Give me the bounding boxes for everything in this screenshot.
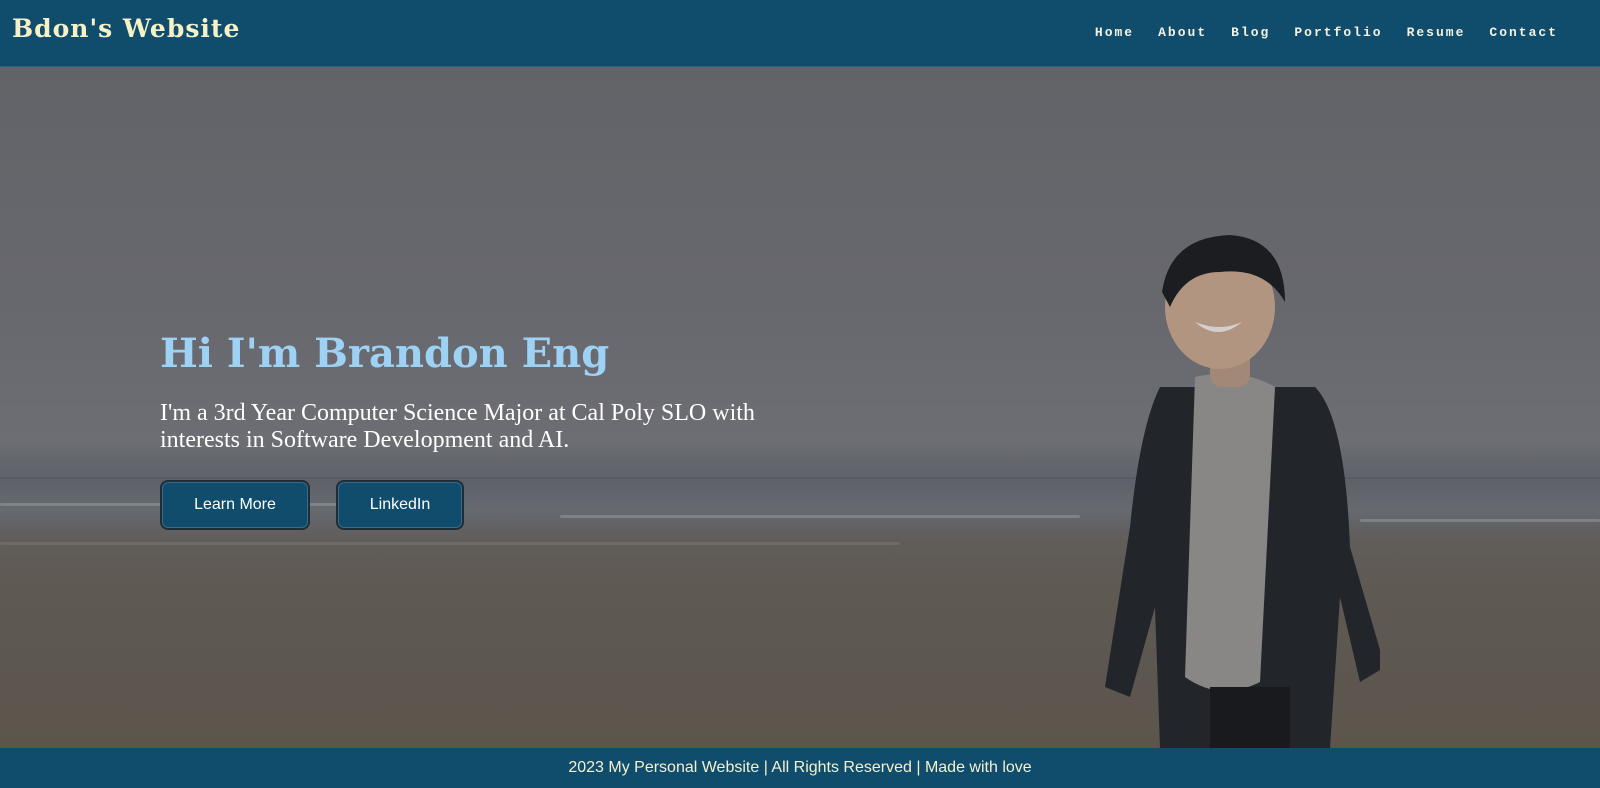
learn-more-button[interactable]: Learn More: [160, 480, 310, 530]
site-footer: 2023 My Personal Website | All Rights Re…: [0, 748, 1600, 788]
nav-link-contact[interactable]: Contact: [1489, 25, 1558, 40]
site-header: Bdon's Website Home About Blog Portfolio…: [0, 0, 1600, 67]
nav-link-portfolio[interactable]: Portfolio: [1294, 25, 1382, 40]
linkedin-button[interactable]: LinkedIn: [336, 480, 464, 530]
nav-link-about[interactable]: About: [1158, 25, 1207, 40]
footer-text: 2023 My Personal Website | All Rights Re…: [568, 759, 1032, 776]
hero-subtitle: I'm a 3rd Year Computer Science Major at…: [160, 400, 755, 453]
hero-content: Hi I'm Brandon Eng I'm a 3rd Year Comput…: [160, 330, 860, 530]
main-nav: Home About Blog Portfolio Resume Contact: [1071, 25, 1558, 40]
site-brand[interactable]: Bdon's Website: [12, 14, 240, 43]
nav-link-resume[interactable]: Resume: [1407, 25, 1466, 40]
nav-link-home[interactable]: Home: [1095, 25, 1134, 40]
hero-section: Hi I'm Brandon Eng I'm a 3rd Year Comput…: [0, 67, 1600, 748]
nav-link-blog[interactable]: Blog: [1231, 25, 1270, 40]
hero-button-row: Learn More LinkedIn: [160, 480, 860, 530]
hero-title: Hi I'm Brandon Eng: [160, 330, 610, 377]
